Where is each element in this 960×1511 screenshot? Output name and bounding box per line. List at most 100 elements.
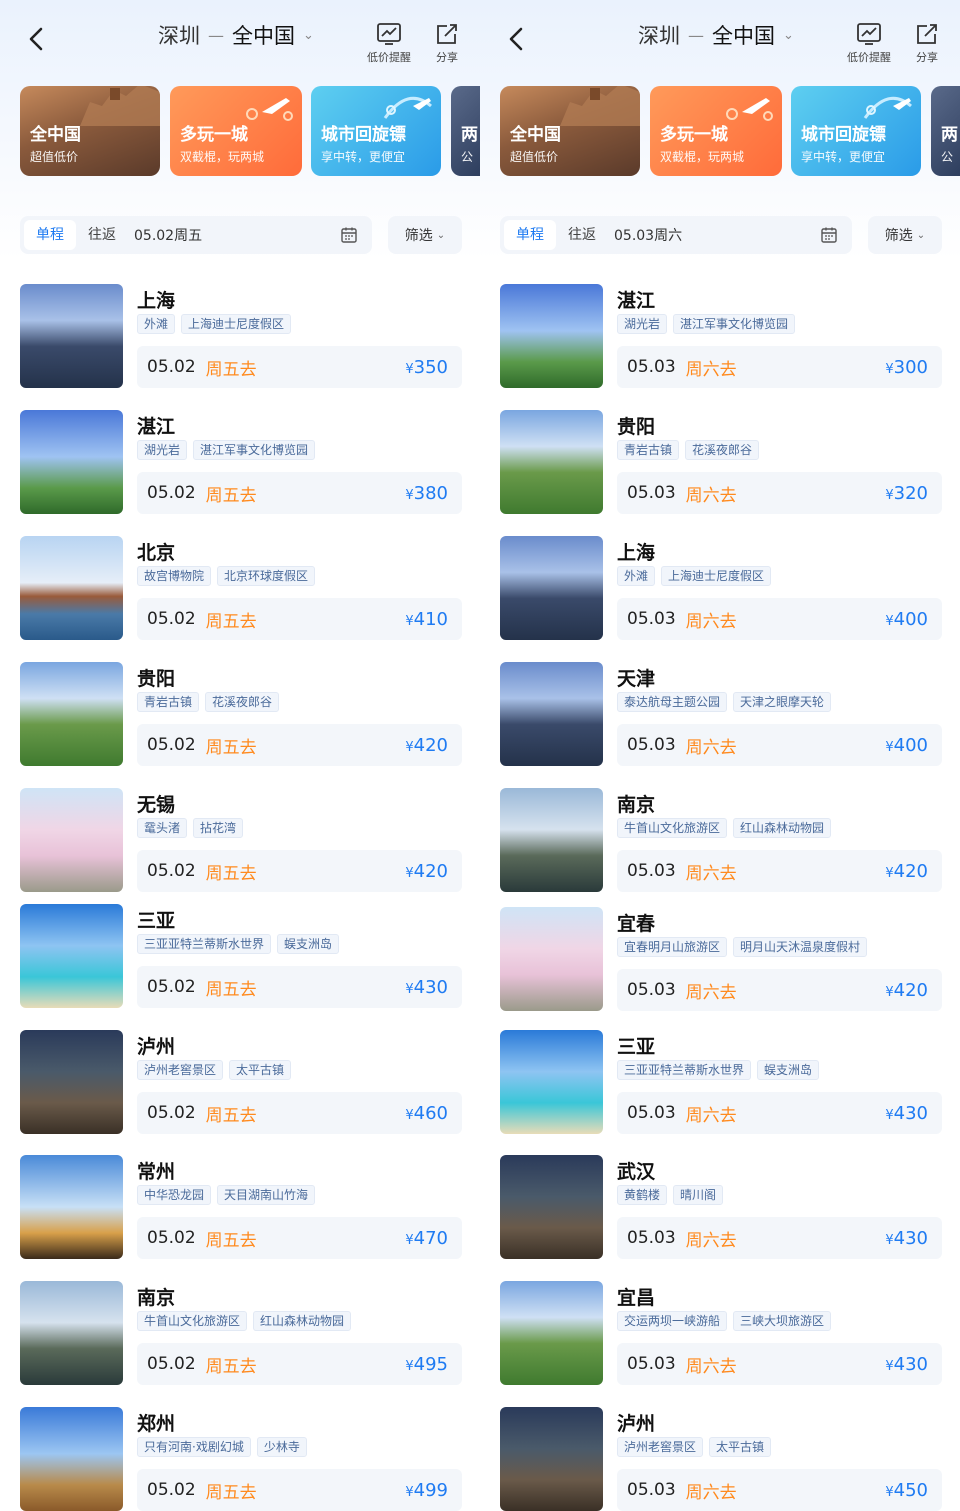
price-row[interactable]: 05.02 周五去 ¥420: [137, 850, 462, 892]
destination-item[interactable]: 无锡 鼋头渚 拈花湾 05.02 周五去 ¥420: [20, 788, 462, 894]
flight-date: 05.02: [147, 1354, 196, 1374]
price-value: 380: [413, 482, 448, 504]
price-row[interactable]: 05.02 周五去 ¥470: [137, 1217, 462, 1259]
tab-oneway[interactable]: 单程: [24, 220, 76, 250]
destination-item[interactable]: 泸州 泸州老窖景区 太平古镇 05.02 周五去 ¥460: [20, 1030, 462, 1136]
attraction-tag: 拈花湾: [193, 818, 244, 838]
price-row[interactable]: 05.03 周六去 ¥320: [617, 472, 942, 514]
attraction-tags: 中华恐龙园 天目湖南山竹海: [137, 1185, 316, 1205]
banner-subtitle: 超值低价: [510, 150, 559, 164]
flight-price: ¥430: [885, 1103, 928, 1124]
destination-item[interactable]: 三亚 三亚亚特兰蒂斯水世界 蜈支洲岛 05.03 周六去 ¥430: [500, 1030, 942, 1136]
flight-date: 05.02: [147, 861, 196, 881]
tab-oneway[interactable]: 单程: [504, 220, 556, 250]
promo-banner[interactable]: 城市回旋镖 享中转，更便宜: [791, 86, 921, 176]
price-value: 430: [893, 1353, 928, 1375]
destination-city: 泸州: [617, 1413, 656, 1435]
filter-button[interactable]: 筛选 ⌄: [388, 216, 462, 254]
calendar-icon[interactable]: [820, 226, 838, 244]
destination-item[interactable]: 上海 外滩 上海迪士尼度假区 05.02 周五去 ¥350: [20, 284, 462, 390]
attraction-tag: 太平古镇: [709, 1437, 772, 1457]
back-chevron-icon[interactable]: [22, 24, 52, 54]
share-button[interactable]: 分享: [419, 22, 475, 68]
price-row[interactable]: 05.02 周五去 ¥499: [137, 1469, 462, 1511]
attraction-tag: 外滩: [617, 566, 656, 586]
price-value: 300: [893, 356, 928, 378]
price-row[interactable]: 05.02 周五去 ¥380: [137, 472, 462, 514]
destination-item[interactable]: 北京 故宫博物院 北京环球度假区 05.02 周五去 ¥410: [20, 536, 462, 642]
attraction-tags: 三亚亚特兰蒂斯水世界 蜈支洲岛: [617, 1060, 820, 1080]
price-row[interactable]: 05.03 周六去 ¥430: [617, 1343, 942, 1385]
destination-item[interactable]: 湛江 湖光岩 湛江军事文化博览园 05.02 周五去 ¥380: [20, 410, 462, 516]
promo-banner[interactable]: 两公: [451, 86, 480, 176]
price-row[interactable]: 05.03 周六去 ¥420: [617, 969, 942, 1011]
destination-item[interactable]: 三亚 三亚亚特兰蒂斯水世界 蜈支洲岛 05.02 周五去 ¥430: [20, 904, 462, 1010]
destination-city: 贵阳: [137, 668, 176, 690]
share-icon: [437, 24, 457, 44]
right-panel: 深圳 — 全中国 ⌄ 低价提醒 分享全中国 超值低价 多玩一城 双截棍，玩两城 城市回旋镖 享中转，…: [480, 0, 960, 1511]
destination-item[interactable]: 宜昌 交运两坝一峡游船 三峡大坝旅游区 05.03 周六去 ¥430: [500, 1281, 942, 1387]
price-row[interactable]: 05.03 周六去 ¥300: [617, 346, 942, 388]
destination-item[interactable]: 贵阳 青岩古镇 花溪夜郎谷 05.02 周五去 ¥420: [20, 662, 462, 768]
destination-item[interactable]: 上海 外滩 上海迪士尼度假区 05.03 周六去 ¥400: [500, 536, 942, 642]
tab-roundtrip[interactable]: 往返: [556, 220, 608, 250]
promo-banner[interactable]: 全中国 超值低价: [500, 86, 640, 176]
route-dash: —: [208, 25, 224, 45]
destination-item[interactable]: 武汉 黄鹤楼 晴川阁 05.03 周六去 ¥430: [500, 1155, 942, 1261]
banner-subtitle: 公: [941, 150, 954, 164]
destination-item[interactable]: 湛江 湖光岩 湛江军事文化博览园 05.03 周六去 ¥300: [500, 284, 942, 390]
price-row[interactable]: 05.02 周五去 ¥430: [137, 966, 462, 1008]
tab-roundtrip[interactable]: 往返: [76, 220, 128, 250]
price-row[interactable]: 05.03 周六去 ¥400: [617, 724, 942, 766]
promo-banner[interactable]: 多玩一城 双截棍，玩两城: [170, 86, 302, 176]
price-row[interactable]: 05.03 周六去 ¥430: [617, 1217, 942, 1259]
share-button[interactable]: 分享: [899, 22, 955, 68]
banner-subtitle: 双截棍，玩两城: [180, 150, 265, 164]
route-selector[interactable]: 深圳 — 全中国 ⌄: [638, 20, 794, 50]
attraction-tag: 黄鹤楼: [617, 1185, 668, 1205]
flight-weekday: 周六去: [685, 1230, 737, 1251]
filter-button[interactable]: 筛选 ⌄: [868, 216, 942, 254]
price-row[interactable]: 05.03 周六去 ¥420: [617, 850, 942, 892]
price-row[interactable]: 05.03 周六去 ¥430: [617, 1092, 942, 1134]
route-selector[interactable]: 深圳 — 全中国 ⌄: [158, 20, 314, 50]
calendar-icon[interactable]: [340, 226, 358, 244]
price-alert-button[interactable]: 低价提醒: [841, 22, 897, 68]
destination-item[interactable]: 南京 牛首山文化旅游区 红山森林动物园 05.03 周六去 ¥420: [500, 788, 942, 894]
departure-date[interactable]: 05.03周六: [614, 225, 682, 245]
departure-date[interactable]: 05.02周五: [134, 225, 202, 245]
destination-photo: [20, 788, 123, 892]
price-alert-button[interactable]: 低价提醒: [361, 22, 417, 68]
destination-item[interactable]: 南京 牛首山文化旅游区 红山森林动物园 05.02 周五去 ¥495: [20, 1281, 462, 1387]
destination-city: 无锡: [137, 794, 176, 816]
destination-item[interactable]: 郑州 只有河南·戏剧幻城 少林寺 05.02 周五去 ¥499: [20, 1407, 462, 1511]
destination-photo: [500, 410, 603, 514]
flight-date: 05.02: [147, 1480, 196, 1500]
promo-banner[interactable]: 多玩一城 双截棍，玩两城: [650, 86, 782, 176]
promo-banner[interactable]: 两公: [931, 86, 960, 176]
destination-item[interactable]: 贵阳 青岩古镇 花溪夜郎谷 05.03 周六去 ¥320: [500, 410, 942, 516]
destination-city: 南京: [137, 1287, 176, 1309]
trip-type-toggle: 单程 往返: [504, 220, 608, 250]
price-row[interactable]: 05.02 周五去 ¥420: [137, 724, 462, 766]
promo-banner[interactable]: 城市回旋镖 享中转，更便宜: [311, 86, 441, 176]
price-row[interactable]: 05.02 周五去 ¥410: [137, 598, 462, 640]
destination-city: 湛江: [137, 416, 176, 438]
destination-item[interactable]: 宜春 宜春明月山旅游区 明月山天沐温泉度假村 05.03 周六去 ¥420: [500, 907, 942, 1013]
destination-item[interactable]: 泸州 泸州老窖景区 太平古镇 05.03 周六去 ¥450: [500, 1407, 942, 1511]
attraction-tags: 故宫博物院 北京环球度假区: [137, 566, 316, 586]
price-row[interactable]: 05.03 周六去 ¥400: [617, 598, 942, 640]
price-row[interactable]: 05.03 周六去 ¥450: [617, 1469, 942, 1511]
airplane-icon: [383, 96, 432, 119]
back-chevron-icon[interactable]: [502, 24, 532, 54]
promo-banner[interactable]: 全中国 超值低价: [20, 86, 160, 176]
destination-item[interactable]: 常州 中华恐龙园 天目湖南山竹海 05.02 周五去 ¥470: [20, 1155, 462, 1261]
destination-photo: [500, 662, 603, 766]
price-value: 420: [893, 979, 928, 1001]
price-row[interactable]: 05.02 周五去 ¥460: [137, 1092, 462, 1134]
flight-price: ¥470: [405, 1228, 448, 1249]
destination-item[interactable]: 天津 泰达航母主题公园 天津之眼摩天轮 05.03 周六去 ¥400: [500, 662, 942, 768]
price-row[interactable]: 05.02 周五去 ¥495: [137, 1343, 462, 1385]
flight-price: ¥430: [885, 1228, 928, 1249]
price-row[interactable]: 05.02 周五去 ¥350: [137, 346, 462, 388]
